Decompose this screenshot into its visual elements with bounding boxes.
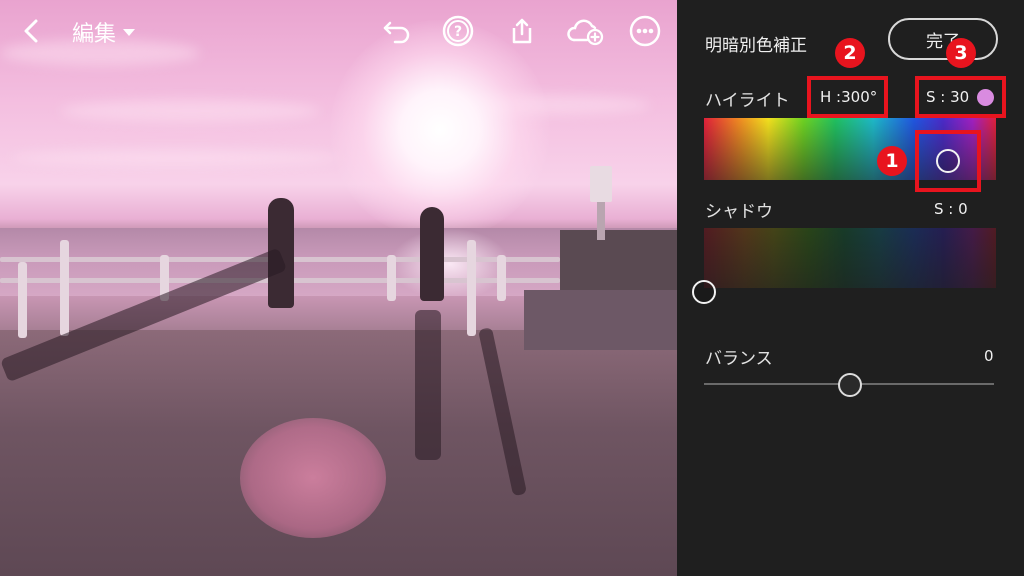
help-icon: ?: [442, 15, 474, 47]
shadow-color-picker[interactable]: [692, 280, 716, 304]
photo-canvas: [0, 0, 677, 576]
annotation-badge-2: 2: [835, 38, 865, 68]
balance-value: 0: [984, 347, 994, 365]
cloud: [10, 150, 340, 166]
chevron-left-icon: [24, 19, 38, 43]
cloud-add-button[interactable]: [566, 14, 606, 48]
railing-post: [497, 255, 506, 301]
shadow-color-field[interactable]: [704, 228, 996, 288]
undo-icon: [383, 21, 410, 44]
top-toolbar: 編集 ?: [0, 0, 677, 62]
cloud: [60, 100, 320, 122]
panel-title: 明暗別色補正: [705, 36, 807, 56]
balance-slider-thumb[interactable]: [838, 373, 862, 397]
sea-glare: [390, 228, 510, 300]
lens-flare: [240, 418, 386, 538]
svg-text:?: ?: [454, 24, 462, 40]
person-walking: [420, 207, 444, 301]
wall: [524, 290, 677, 350]
annotation-box-1: [915, 130, 981, 192]
shadow: [415, 310, 441, 460]
highlight-label: ハイライト: [705, 91, 790, 111]
back-button[interactable]: [14, 14, 48, 48]
railing-post: [387, 255, 396, 301]
done-button[interactable]: 完了: [888, 18, 998, 60]
cloud-add-icon: [567, 19, 604, 46]
shadow-saturation-value: S : 0: [934, 200, 968, 218]
caret-down-icon: [123, 29, 136, 36]
edit-menu-button[interactable]: 編集: [72, 16, 136, 48]
undo-button[interactable]: [380, 14, 414, 48]
balance-label: バランス: [705, 349, 773, 369]
share-button[interactable]: [505, 14, 539, 48]
annotation-box-3: [915, 76, 1006, 118]
annotation-badge-3: 3: [946, 38, 976, 68]
sign: [590, 166, 612, 202]
annotation-box-2: [807, 76, 888, 118]
railing-post: [60, 240, 69, 336]
more-icon: [629, 15, 661, 47]
railing-post: [18, 262, 27, 338]
help-button[interactable]: ?: [441, 14, 475, 48]
railing-post: [467, 240, 476, 336]
more-button[interactable]: [628, 14, 662, 48]
sign-post: [597, 200, 605, 240]
share-icon: [512, 18, 532, 44]
page-title: 編集: [72, 22, 117, 47]
shadow-label: シャドウ: [705, 202, 773, 222]
annotation-badge-1: 1: [877, 146, 907, 176]
